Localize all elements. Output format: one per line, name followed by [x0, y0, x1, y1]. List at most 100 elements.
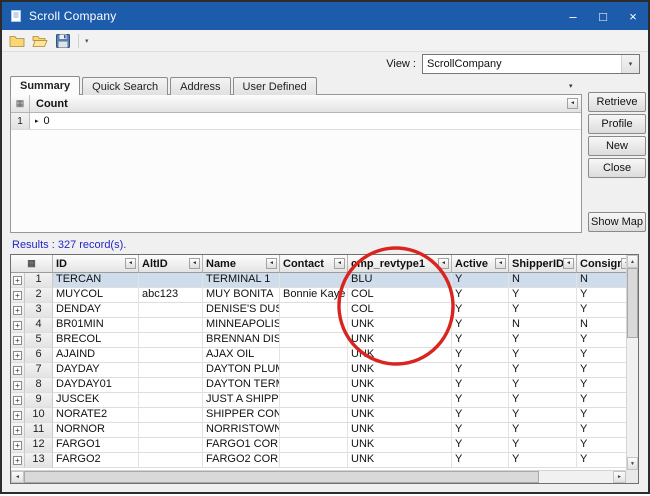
expand-row-button[interactable]: + — [13, 276, 22, 285]
toolbar-overflow-icon[interactable]: ▾ — [85, 37, 89, 45]
scroll-left-icon[interactable]: ◄ — [11, 471, 24, 483]
new-search-button[interactable]: New Search — [588, 136, 646, 156]
cell-revtype: BLU — [348, 273, 452, 288]
scroll-down-icon[interactable]: ▼ — [627, 457, 638, 470]
minimize-button[interactable]: – — [558, 2, 588, 30]
expand-row-button[interactable]: + — [13, 291, 22, 300]
cell-id: TERCAN — [53, 273, 139, 288]
column-header-name[interactable]: Name◄ — [203, 255, 280, 273]
column-header-consign[interactable]: Consign◄ — [577, 255, 626, 273]
vertical-scroll-thumb[interactable] — [627, 268, 638, 338]
open-folder-icon[interactable] — [31, 32, 49, 50]
table-row[interactable]: +12FARGO1FARGO1 CORPUNKYYY — [11, 438, 626, 453]
table-row[interactable]: +9JUSCEKJUST A SHIPPERUNKYYY — [11, 393, 626, 408]
view-combobox[interactable]: ScrollCompany ▾ — [422, 54, 640, 74]
cell-consign: Y — [577, 438, 626, 453]
column-chooser-icon[interactable]: ▦ — [11, 95, 30, 112]
cell-consign: Y — [577, 288, 626, 303]
table-row[interactable]: +4BR01MINMINNEAPOLIS...UNKYNN — [11, 318, 626, 333]
cell-shipperid: Y — [509, 363, 577, 378]
profile-button[interactable]: Profile — [588, 114, 646, 134]
expand-row-button[interactable]: + — [13, 381, 22, 390]
table-row[interactable]: +7DAYDAYDAYTON PLUM...UNKYYY — [11, 363, 626, 378]
new-folder-icon[interactable] — [8, 32, 26, 50]
scroll-up-icon[interactable]: ▲ — [627, 255, 638, 268]
summary-grid-row[interactable]: 1 ▸ 0 — [11, 113, 581, 130]
column-chooser-icon[interactable]: ▦ — [27, 258, 36, 269]
maximize-button[interactable]: □ — [588, 2, 618, 30]
table-row[interactable]: +8DAYDAY01DAYTON TERMI...UNKYYY — [11, 378, 626, 393]
cell-altid: abc123 — [139, 288, 203, 303]
column-header-label: AltID — [142, 258, 189, 270]
horizontal-scrollbar[interactable]: ◄ ► — [11, 470, 626, 483]
cell-name: DAYTON TERMI... — [203, 378, 280, 393]
column-header-active[interactable]: Active◄ — [452, 255, 509, 273]
show-map-button[interactable]: Show Map — [588, 212, 646, 232]
table-row[interactable]: +1TERCANTERMINAL 1BLUYNN — [11, 273, 626, 288]
table-row[interactable]: +10NORATE2SHIPPER CONSI...UNKYYY — [11, 408, 626, 423]
combo-dropdown-icon[interactable]: ▾ — [621, 55, 639, 73]
expand-row-button[interactable]: + — [13, 456, 22, 465]
column-sort-icon[interactable]: ◄ — [438, 258, 449, 269]
view-value: ScrollCompany — [423, 58, 621, 70]
row-number: 3 — [25, 303, 53, 318]
vertical-scrollbar[interactable]: ▲ ▼ — [626, 255, 638, 470]
tab-quick-search[interactable]: Quick Search — [82, 77, 168, 95]
expand-row-button[interactable]: + — [13, 426, 22, 435]
cell-id: NORNOR — [53, 423, 139, 438]
expand-row-button[interactable]: + — [13, 336, 22, 345]
cell-shipperid: Y — [509, 288, 577, 303]
expand-row-button[interactable]: + — [13, 351, 22, 360]
column-sort-icon[interactable]: ◄ — [563, 258, 574, 269]
save-icon[interactable] — [54, 32, 72, 50]
table-row[interactable]: +6AJAINDAJAX OILUNKYYY — [11, 348, 626, 363]
expand-row-button[interactable]: + — [13, 396, 22, 405]
cell-contact — [280, 333, 348, 348]
column-sort-icon[interactable]: ◄ — [495, 258, 506, 269]
expand-row-button[interactable]: + — [13, 411, 22, 420]
column-header-altid[interactable]: AltID◄ — [139, 255, 203, 273]
expand-row-button[interactable]: + — [13, 321, 22, 330]
horizontal-scroll-thumb[interactable] — [24, 471, 539, 483]
column-sort-icon[interactable]: ◄ — [266, 258, 277, 269]
table-row[interactable]: +13FARGO2FARGO2 CORPUNKYYY — [11, 453, 626, 468]
cell-id: FARGO2 — [53, 453, 139, 468]
cell-active: Y — [452, 288, 509, 303]
cell-altid — [139, 273, 203, 288]
count-column-header[interactable]: Count — [30, 98, 68, 110]
cell-contact — [280, 303, 348, 318]
row-number: 7 — [25, 363, 53, 378]
retrieve-button[interactable]: Retrieve — [588, 92, 646, 112]
row-number: 13 — [25, 453, 53, 468]
cell-consign: N — [577, 273, 626, 288]
expand-row-button[interactable]: + — [13, 366, 22, 375]
tab-strip: SummaryQuick SearchAddressUser Defined — [10, 76, 319, 95]
tab-summary[interactable]: Summary — [10, 76, 80, 95]
tab-user-defined[interactable]: User Defined — [233, 77, 317, 95]
column-sort-icon[interactable]: ◄ — [125, 258, 136, 269]
column-sort-icon[interactable]: ◄ — [567, 98, 578, 109]
close-search-button[interactable]: Close — [588, 158, 646, 178]
tab-list-dropdown-icon[interactable]: ▾ — [569, 82, 573, 90]
tab-address[interactable]: Address — [170, 77, 230, 95]
cell-name: AJAX OIL — [203, 348, 280, 363]
cell-id: DENDAY — [53, 303, 139, 318]
table-row[interactable]: +11NORNORNORRISTOWN,...UNKYYY — [11, 423, 626, 438]
row-number: 10 — [25, 408, 53, 423]
close-button[interactable]: × — [618, 2, 648, 30]
scroll-right-icon[interactable]: ► — [613, 471, 626, 483]
app-icon — [9, 9, 23, 23]
table-row[interactable]: +2MUYCOLabc123MUY BONITABonnie KayeCOLYY… — [11, 288, 626, 303]
expand-row-button[interactable]: + — [13, 306, 22, 315]
column-header-contact[interactable]: Contact◄ — [280, 255, 348, 273]
column-sort-icon[interactable]: ◄ — [189, 258, 200, 269]
column-header-shipperid[interactable]: ShipperID◄ — [509, 255, 577, 273]
table-row[interactable]: +3DENDAYDENISE'S DUST...COLYYY — [11, 303, 626, 318]
expand-row-button[interactable]: + — [13, 441, 22, 450]
table-row[interactable]: +5BRECOLBRENNAN DIST...UNKYYY — [11, 333, 626, 348]
column-header-revtype[interactable]: cmp_revtype1◄ — [348, 255, 452, 273]
column-header-id[interactable]: ID◄ — [53, 255, 139, 273]
column-sort-icon[interactable]: ◄ — [334, 258, 345, 269]
cell-name: DENISE'S DUST... — [203, 303, 280, 318]
cell-consign: Y — [577, 348, 626, 363]
